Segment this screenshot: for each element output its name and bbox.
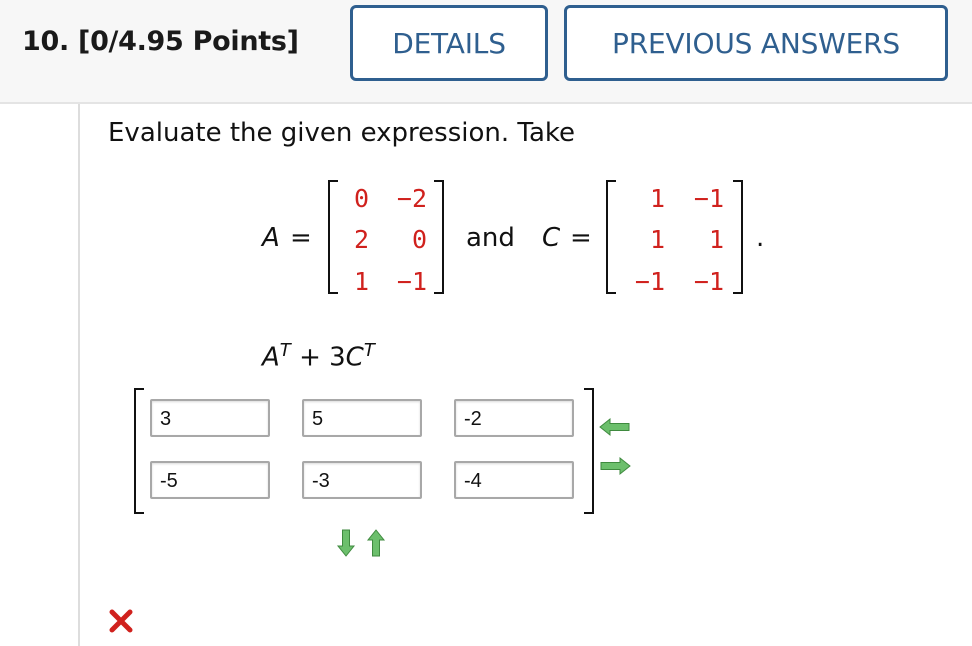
matrix-c-cell: 1 bbox=[649, 184, 665, 213]
incorrect-x-icon bbox=[109, 609, 133, 633]
answer-right-bracket bbox=[584, 388, 594, 514]
matrix-c-cell: −1 bbox=[693, 267, 724, 296]
previous-answers-button[interactable]: PREVIOUS ANSWERS bbox=[564, 5, 948, 81]
answer-input-r2c3[interactable]: -4 bbox=[454, 461, 574, 499]
answer-input-r1c1[interactable]: 3 bbox=[150, 399, 270, 437]
matrix-c-label: C bbox=[542, 223, 561, 253]
expression: AT + 3CT bbox=[262, 340, 375, 373]
matrix-a-cell: 0 bbox=[353, 184, 369, 213]
and-text: and bbox=[466, 223, 515, 253]
add-column-arrow-icon[interactable] bbox=[598, 455, 632, 477]
answer-input-r2c2[interactable]: -3 bbox=[302, 461, 422, 499]
answer-input-r1c3[interactable]: -2 bbox=[454, 399, 574, 437]
matrix-c-cell: −1 bbox=[634, 267, 665, 296]
answer-left-bracket bbox=[134, 388, 144, 514]
answer-input-r2c1[interactable]: -5 bbox=[150, 461, 270, 499]
matrix-c-cell: 1 bbox=[649, 225, 665, 254]
matrix-c-right-bracket bbox=[733, 180, 743, 294]
question-prompt: Evaluate the given expression. Take bbox=[108, 118, 576, 148]
matrix-a-right-bracket bbox=[434, 180, 444, 294]
matrix-c-equals: = bbox=[570, 223, 592, 253]
matrix-a-cell: 0 bbox=[411, 225, 427, 254]
details-button[interactable]: DETAILS bbox=[350, 5, 548, 81]
question-header: 10. [0/4.95 Points] DETAILS PREVIOUS ANS… bbox=[0, 0, 972, 104]
matrix-a-cell: −2 bbox=[396, 184, 427, 213]
remove-column-arrow-icon[interactable] bbox=[598, 416, 632, 438]
remove-row-arrow-icon[interactable] bbox=[366, 528, 386, 558]
add-row-arrow-icon[interactable] bbox=[336, 528, 356, 558]
matrix-c-cell: 1 bbox=[708, 225, 724, 254]
period: . bbox=[756, 223, 765, 253]
matrix-c-cell: −1 bbox=[693, 184, 724, 213]
question-title: 10. [0/4.95 Points] bbox=[22, 26, 299, 57]
matrix-a-label: A bbox=[262, 223, 280, 253]
matrix-a-cell: 1 bbox=[353, 267, 369, 296]
answer-input-r1c2[interactable]: 5 bbox=[302, 399, 422, 437]
matrix-a-cell: 2 bbox=[353, 225, 369, 254]
content-left-rule bbox=[78, 104, 80, 646]
matrix-a-cell: −1 bbox=[396, 267, 427, 296]
